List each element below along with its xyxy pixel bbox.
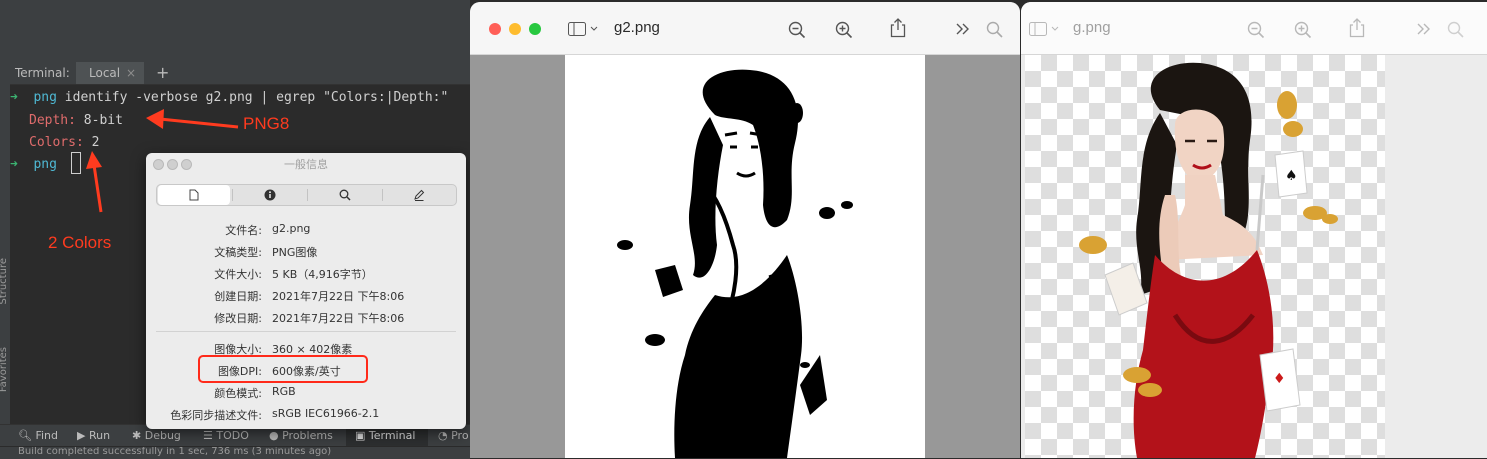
filesize-value: 5 KB（4,916字节） [272, 268, 373, 281]
dpi-highlight [198, 355, 368, 383]
svg-text:♠: ♠ [1285, 168, 1298, 184]
preview-window-g: g.png ♠ ♦ [1021, 2, 1487, 458]
image-g2 [565, 55, 925, 458]
todo-tab[interactable]: ☰ TODO [203, 429, 249, 442]
created-label: 创建日期: [214, 290, 262, 303]
info-segmented-control [156, 184, 457, 206]
divider [156, 331, 456, 332]
created-value: 2021年7月22日 下午8:06 [272, 290, 405, 303]
share-icon[interactable] [890, 18, 906, 38]
edit-tab[interactable] [383, 185, 455, 205]
search-tab[interactable] [308, 185, 382, 205]
info-panel: 一般信息 文件名: g2.png 文稿类型: PNG图像 文件大小: 5 KB（… [146, 153, 466, 429]
window-title: g2.png [614, 19, 660, 36]
modified-label: 修改日期: [214, 312, 262, 325]
profiler-tab[interactable]: ◔ Pro [438, 429, 469, 442]
color-mode-label: 颜色模式: [214, 387, 262, 400]
share-icon[interactable] [1349, 18, 1365, 38]
info-title: 一般信息 [284, 158, 328, 171]
status-text: Build completed successfully in 1 sec, 7… [18, 446, 332, 457]
window-title: g.png [1073, 19, 1111, 36]
document-icon [189, 189, 199, 201]
color-figure: ♠ ♦ [1079, 62, 1338, 458]
add-tab-button[interactable]: + [156, 63, 169, 82]
svg-text:♦: ♦ [1273, 371, 1286, 387]
filesize-label: 文件大小: [214, 268, 262, 281]
bw-figure [617, 69, 853, 458]
document-tab[interactable] [158, 185, 230, 205]
close-tab-icon[interactable]: × [126, 66, 136, 80]
zoom-out-icon[interactable] [788, 21, 806, 39]
zoom-in-icon[interactable] [1294, 21, 1312, 39]
doctype-label: 文稿类型: [214, 246, 262, 259]
color-profile-value: sRGB IEC61966-2.1 [272, 407, 380, 420]
preview-toolbar: g2.png [470, 2, 1020, 55]
find-tab[interactable]: 🔍︎ Find [18, 429, 58, 442]
filename-value: g2.png [272, 222, 311, 235]
doctype-value: PNG图像 [272, 246, 318, 259]
pencil-icon [414, 189, 425, 201]
zoom-out-icon[interactable] [1247, 21, 1265, 39]
status-bar: Build completed successfully in 1 sec, 7… [0, 446, 470, 459]
run-tab[interactable]: ▶ Run [77, 429, 110, 442]
search-icon [339, 189, 351, 201]
sidebar-toggle-icon[interactable] [568, 22, 598, 36]
structure-tab[interactable]: Structure [0, 258, 9, 305]
terminal-label: Terminal: [15, 66, 70, 80]
terminal-tab[interactable]: ▣ Terminal [355, 429, 415, 442]
image-g: ♠ ♦ [1025, 55, 1385, 458]
modified-value: 2021年7月22日 下午8:06 [272, 312, 405, 325]
tab-local-label[interactable]: Local [89, 66, 120, 80]
preview-toolbar-inactive: g.png [1021, 2, 1487, 55]
favorites-tab[interactable]: Favorites [0, 347, 9, 392]
minimize-button[interactable] [509, 23, 521, 35]
editor-area [0, 0, 470, 63]
zoom-button[interactable] [529, 23, 541, 35]
terminal-header: Terminal: Local × + [10, 62, 470, 85]
search-icon[interactable] [1447, 21, 1465, 39]
color-profile-label: 色彩同步描述文件: [170, 409, 262, 422]
zoom-in-icon[interactable] [835, 21, 853, 39]
info-icon [264, 189, 276, 201]
more-icon[interactable] [1417, 23, 1431, 35]
info-tab[interactable] [233, 185, 307, 205]
close-button[interactable] [489, 23, 501, 35]
preview-window-g2: g2.png [470, 2, 1020, 458]
problems-tab[interactable]: ● Problems [269, 429, 333, 442]
more-icon[interactable] [956, 23, 970, 35]
color-mode-value: RGB [272, 385, 296, 398]
search-icon[interactable] [986, 21, 1004, 39]
sidebar-toggle-icon[interactable] [1029, 22, 1059, 36]
filename-label: 文件名: [225, 224, 262, 237]
debug-tab[interactable]: ✱ Debug [132, 429, 181, 442]
